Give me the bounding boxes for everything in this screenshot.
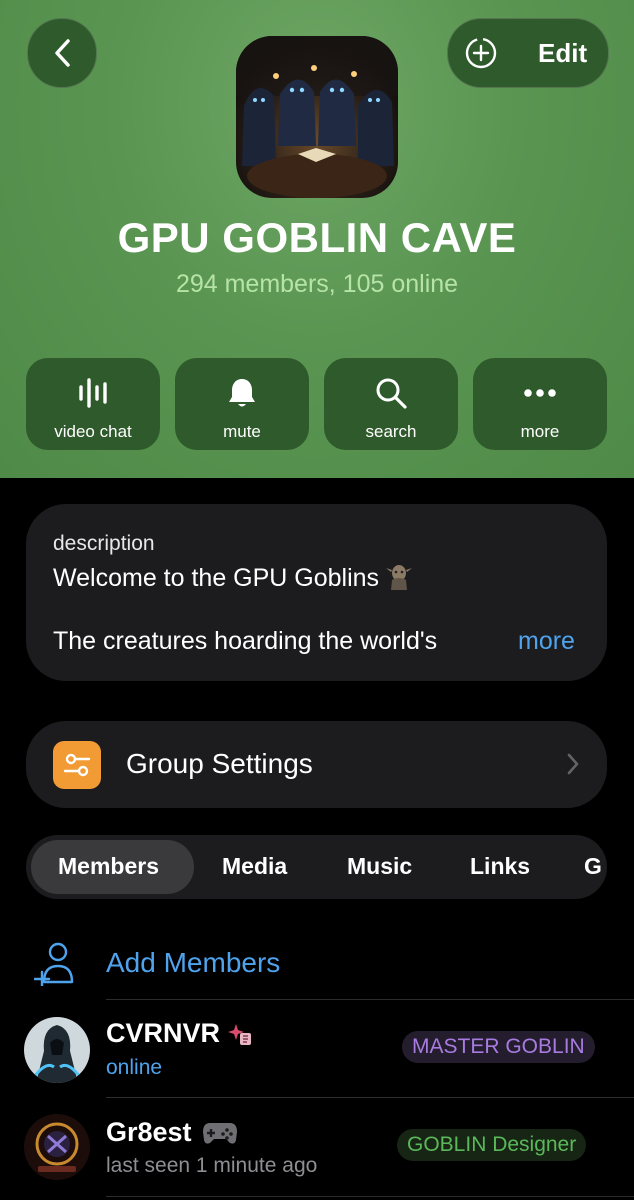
search-label: search — [365, 422, 417, 441]
description-label: description — [53, 532, 155, 555]
media-tabs: Members Media Music Links G — [26, 835, 607, 899]
edit-button[interactable]: Edit — [447, 18, 609, 88]
group-avatar[interactable] — [236, 36, 398, 198]
goblin-emoji-icon — [385, 562, 413, 597]
bell-icon — [226, 376, 258, 410]
more-button[interactable]: more — [473, 358, 607, 450]
tab-more-partial[interactable]: G — [584, 853, 602, 880]
chevron-right-icon — [567, 753, 579, 780]
group-settings-row[interactable]: Group Settings — [26, 721, 607, 808]
mute-label: mute — [223, 422, 261, 441]
member-status: last seen 1 minute ago — [106, 1154, 318, 1177]
group-header: Edit GPU GOBLIN CAVE 294 members, 105 on… — [0, 0, 634, 478]
search-icon — [374, 376, 408, 410]
more-label: more — [520, 422, 560, 441]
member-count: 294 members, 105 online — [175, 270, 459, 298]
edit-label: Edit — [538, 37, 588, 68]
divider — [106, 1196, 634, 1197]
group-settings-label: Group Settings — [126, 748, 313, 779]
description-card[interactable]: description Welcome to the GPU Goblins T… — [26, 504, 607, 681]
back-button[interactable] — [27, 18, 97, 88]
mute-button[interactable]: mute — [175, 358, 309, 450]
sparkle-badge-icon — [228, 1021, 252, 1047]
role-badge: GOBLIN Designer — [397, 1129, 587, 1161]
voice-wave-icon — [76, 376, 110, 410]
video-chat-button[interactable]: video chat — [26, 358, 160, 450]
divider — [106, 1097, 634, 1098]
sliders-icon — [53, 741, 101, 789]
add-members-row[interactable]: Add Members — [0, 930, 634, 1000]
gamepad-icon — [202, 1120, 238, 1146]
chevron-left-icon — [53, 38, 71, 68]
plus-circle-icon[interactable] — [464, 36, 498, 70]
avatar — [24, 1017, 90, 1083]
avatar — [24, 1114, 90, 1180]
add-person-icon — [33, 942, 76, 991]
role-badge: MASTER GOBLIN — [402, 1031, 595, 1063]
member-row-gr8est[interactable]: Gr8est last seen 1 minute ago GOBLIN Des… — [0, 1100, 634, 1196]
add-members-label: Add Members — [106, 947, 281, 978]
member-name: Gr8est — [106, 1117, 238, 1148]
tab-music[interactable]: Music — [347, 853, 412, 880]
description-text-line2: The creatures hoarding the world's — [53, 627, 438, 655]
tab-members[interactable]: Members — [58, 853, 159, 880]
search-button[interactable]: search — [324, 358, 458, 450]
member-name: CVRNVR — [106, 1018, 252, 1049]
divider — [106, 999, 634, 1000]
video-chat-label: video chat — [54, 422, 132, 441]
group-title: GPU GOBLIN CAVE — [117, 214, 517, 261]
tab-media[interactable]: Media — [222, 853, 287, 880]
ellipsis-icon — [523, 376, 557, 410]
member-row-cvrnvr[interactable]: CVRNVR online MASTER GOBLIN — [0, 1002, 634, 1098]
member-status: online — [106, 1056, 163, 1079]
description-more-link[interactable]: more — [518, 627, 575, 656]
tab-links[interactable]: Links — [470, 853, 530, 880]
description-text: Welcome to the GPU Goblins — [53, 562, 413, 597]
